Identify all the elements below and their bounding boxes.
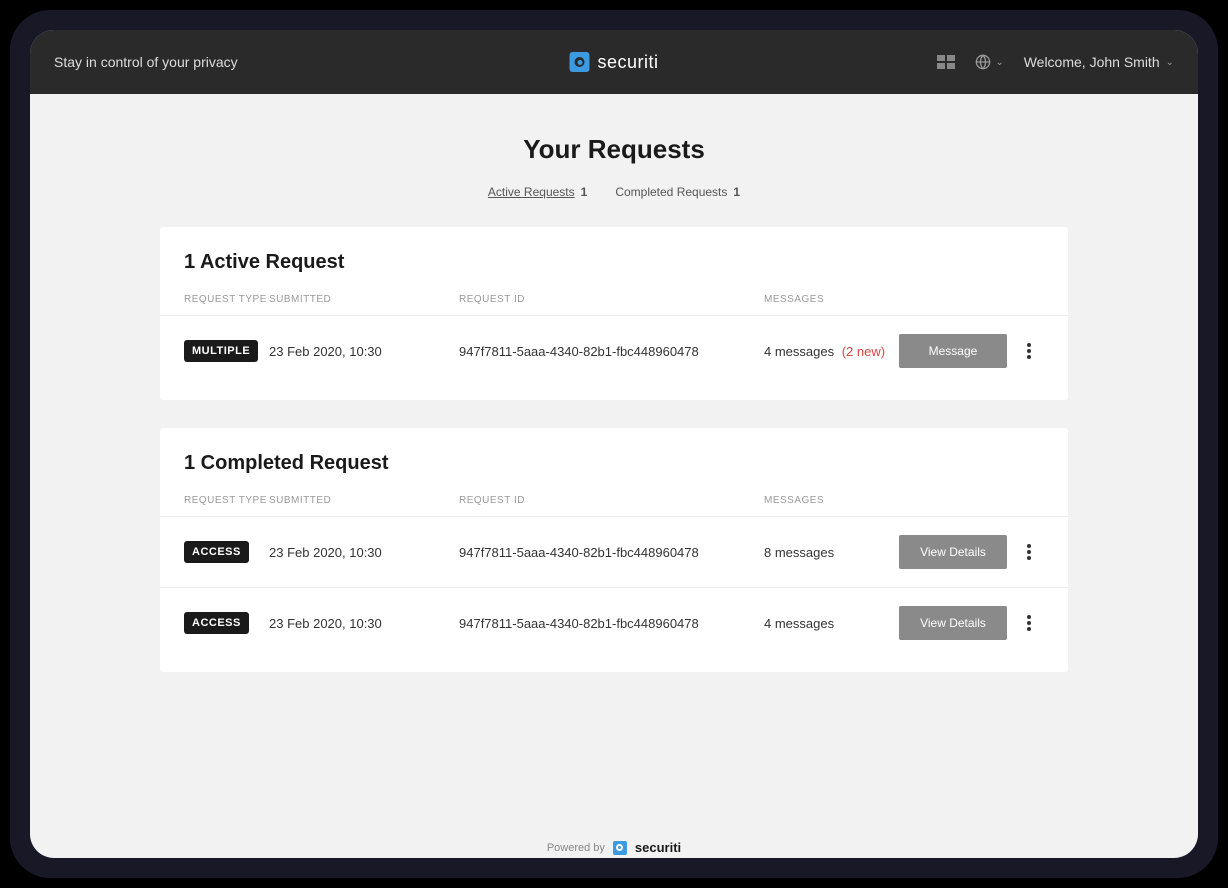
- completed-requests-card: 1 Completed Request REQUEST TYPE SUBMITT…: [160, 428, 1068, 672]
- table-row: ACCESS 23 Feb 2020, 10:30 947f7811-5aaa-…: [160, 587, 1068, 658]
- col-submitted: SUBMITTED: [269, 294, 459, 305]
- col-submitted: SUBMITTED: [269, 495, 459, 506]
- col-messages: MESSAGES: [764, 294, 899, 305]
- table-row: ACCESS 23 Feb 2020, 10:30 947f7811-5aaa-…: [160, 516, 1068, 587]
- tab-label: Active Requests: [488, 185, 575, 199]
- messages-count: 8 messages: [764, 545, 899, 560]
- col-type: REQUEST TYPE: [184, 495, 269, 506]
- app-header: Stay in control of your privacy securiti: [30, 30, 1198, 94]
- card-title: 1 Completed Request: [160, 452, 1068, 495]
- request-type-badge: ACCESS: [184, 541, 249, 563]
- chevron-down-icon: ⌄: [1166, 57, 1174, 68]
- messages-count: 4 messages: [764, 616, 899, 631]
- request-id: 947f7811-5aaa-4340-82b1-fbc448960478: [459, 344, 764, 359]
- more-options-icon[interactable]: [1009, 540, 1049, 564]
- user-menu[interactable]: Welcome, John Smith ⌄: [1024, 54, 1174, 70]
- welcome-text: Welcome, John Smith: [1024, 54, 1160, 70]
- footer: Powered by securiti: [30, 820, 1198, 858]
- device-frame: Stay in control of your privacy securiti: [10, 10, 1218, 878]
- more-options-icon[interactable]: [1009, 339, 1049, 363]
- request-type-badge: MULTIPLE: [184, 340, 258, 362]
- card-title: 1 Active Request: [160, 251, 1068, 294]
- footer-brand: securiti: [635, 840, 681, 855]
- active-requests-card: 1 Active Request REQUEST TYPE SUBMITTED …: [160, 227, 1068, 400]
- app-screen: Stay in control of your privacy securiti: [30, 30, 1198, 858]
- submitted-date: 23 Feb 2020, 10:30: [269, 344, 459, 359]
- view-details-button[interactable]: View Details: [899, 606, 1007, 640]
- chevron-down-icon: ⌄: [995, 57, 1003, 68]
- language-selector[interactable]: ⌄: [975, 54, 1003, 70]
- logo-icon: [613, 841, 627, 855]
- tab-count: 1: [733, 185, 740, 199]
- logo-icon: [569, 52, 589, 72]
- powered-by-label: Powered by: [547, 842, 605, 854]
- tab-completed-requests[interactable]: Completed Requests 1: [615, 185, 740, 199]
- tab-label: Completed Requests: [615, 185, 727, 199]
- header-tagline: Stay in control of your privacy: [54, 54, 238, 70]
- brand-name: securiti: [597, 52, 658, 73]
- new-messages-badge: (2 new): [842, 344, 885, 359]
- col-id: REQUEST ID: [459, 495, 764, 506]
- col-id: REQUEST ID: [459, 294, 764, 305]
- table-header: REQUEST TYPE SUBMITTED REQUEST ID MESSAG…: [160, 495, 1068, 516]
- submitted-date: 23 Feb 2020, 10:30: [269, 545, 459, 560]
- tab-count: 1: [581, 185, 588, 199]
- brand-logo[interactable]: securiti: [569, 52, 658, 73]
- request-type-badge: ACCESS: [184, 612, 249, 634]
- apps-grid-icon[interactable]: [937, 55, 955, 69]
- view-details-button[interactable]: View Details: [899, 535, 1007, 569]
- col-type: REQUEST TYPE: [184, 294, 269, 305]
- message-button[interactable]: Message: [899, 334, 1007, 368]
- globe-icon: [975, 54, 991, 70]
- table-row: MULTIPLE 23 Feb 2020, 10:30 947f7811-5aa…: [160, 315, 1068, 386]
- submitted-date: 23 Feb 2020, 10:30: [269, 616, 459, 631]
- messages-count: 4 messages (2 new): [764, 344, 899, 359]
- main-content: Your Requests Active Requests 1 Complete…: [30, 94, 1198, 858]
- tab-active-requests[interactable]: Active Requests 1: [488, 185, 587, 199]
- request-id: 947f7811-5aaa-4340-82b1-fbc448960478: [459, 545, 764, 560]
- request-tabs: Active Requests 1 Completed Requests 1: [30, 185, 1198, 199]
- col-messages: MESSAGES: [764, 495, 899, 506]
- more-options-icon[interactable]: [1009, 611, 1049, 635]
- header-actions: ⌄ Welcome, John Smith ⌄: [937, 54, 1174, 70]
- table-header: REQUEST TYPE SUBMITTED REQUEST ID MESSAG…: [160, 294, 1068, 315]
- page-title: Your Requests: [30, 134, 1198, 165]
- request-id: 947f7811-5aaa-4340-82b1-fbc448960478: [459, 616, 764, 631]
